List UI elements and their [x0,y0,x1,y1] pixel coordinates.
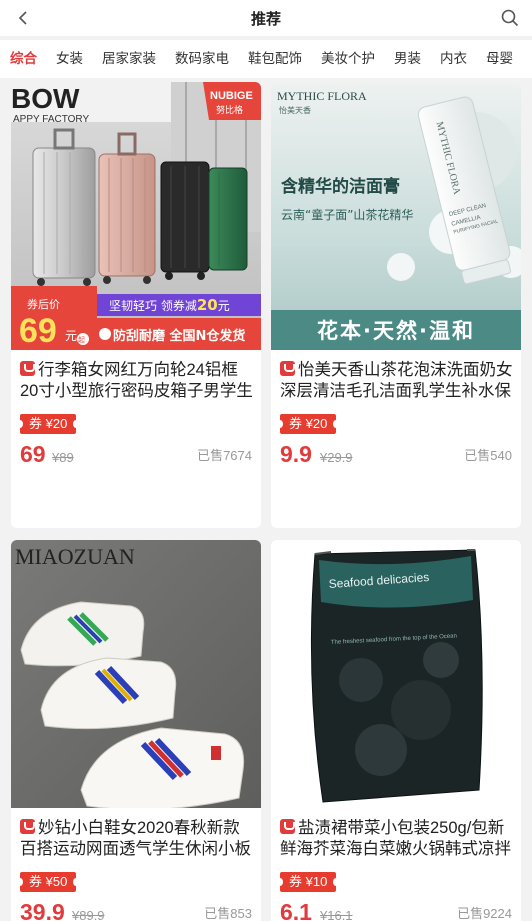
price-row: 39.9 ¥89.9 已售853 [20,898,252,921]
tmall-icon [20,361,35,376]
product-title[interactable]: 妙钻小白鞋女2020春秋新款百搭运动网面透气学生休闲小板鞋潮鞋女 [20,818,254,860]
price-row: 9.9 ¥29.9 已售540 [280,440,512,468]
search-icon [501,9,519,27]
brand-name: MIAOZUAN [15,544,135,569]
seaweed-photo: Seafood delicacies The freshest seafood … [271,540,521,808]
brand-name-cn: 怡美天香 [279,105,311,115]
chevron-left-icon [18,11,27,25]
sold-count: 已售7674 [197,448,252,463]
cleanser-photo: MYTHIC FLORA 怡美天香 MYTHIC FLORA DEEP CLEA… [271,82,521,350]
current-price: 39.9 [20,899,65,921]
product-title[interactable]: 怡美天香山茶花泡沫洗面奶女深层清洁毛孔洁面乳学生补水保湿控油 [280,360,514,402]
coupon-badge: 券 ¥50 [16,872,80,892]
slogan-1: 坚韧轻巧 领券减20元 [109,296,230,314]
sold-count: 已售853 [204,906,252,921]
tab-baby[interactable]: 母婴 [486,40,513,78]
promo-suffix: 起 [78,336,85,344]
price-row: 69 ¥89 已售7674 [20,440,252,468]
banner-subtext: APPY FACTORY [13,114,89,125]
product-card[interactable]: MIAOZUAN 妙钻小白鞋女2020春秋新款百搭运动网面透气学生休闲小板 券 … [11,540,261,921]
subline: 云南“童子面”山茶花精华 [281,207,413,222]
category-tabs: 综合 女装 居家家装 数码家电 鞋包配饰 美妆个护 男装 内衣 母婴 [0,40,532,78]
brand-name-cn: 努比格 [216,104,243,116]
promo-label: 券后价 [27,297,60,311]
product-title[interactable]: 盐渍裙带菜小包装250g/包新鲜海芥菜海白菜嫩火锅韩式凉拌海带汤 [280,818,514,860]
product-image[interactable]: MYTHIC FLORA 怡美天香 MYTHIC FLORA DEEP CLEA… [271,82,521,350]
original-price: ¥29.9 [320,450,353,465]
product-card[interactable]: MYTHIC FLORA 怡美天香 MYTHIC FLORA DEEP CLEA… [271,82,521,528]
product-card[interactable]: BOW APPY FACTORY NUBIGE 努比格 券后价 69 元 起 坚… [11,82,261,528]
tab-womens-clothing[interactable]: 女装 [56,40,83,78]
sold-count: 已售540 [464,448,512,463]
price-row: 6.1 ¥16.1 已售9224 [280,898,512,921]
top-bar: 推荐 [0,0,532,36]
headline: 含精华的洁面膏 [281,176,400,197]
product-image[interactable]: BOW APPY FACTORY NUBIGE 努比格 券后价 69 元 起 坚… [11,82,261,350]
brand-name: MYTHIC FLORA [277,89,367,103]
product-card[interactable]: Seafood delicacies The freshest seafood … [271,540,521,921]
bottom-banner: 花本·天然·温和 [317,319,475,343]
search-button[interactable] [500,8,520,28]
current-price: 6.1 [280,899,312,921]
tab-electronics[interactable]: 数码家电 [175,40,229,78]
tmall-icon [280,819,295,834]
tab-beauty[interactable]: 美妆个护 [321,40,375,78]
product-image[interactable]: Seafood delicacies The freshest seafood … [271,540,521,808]
original-price: ¥89 [52,450,74,465]
promo-unit: 元 [65,329,77,343]
product-image[interactable]: MIAOZUAN [11,540,261,808]
back-button[interactable] [14,8,32,28]
current-price: 69 [20,441,46,467]
sold-count: 已售9224 [457,906,512,921]
product-title[interactable]: 行李箱女网红万向轮24铝框20寸小型旅行密码皮箱子男学生用拉杆箱 [20,360,254,402]
banner-text: BOW [11,83,80,114]
current-price: 9.9 [280,441,312,467]
tab-comprehensive[interactable]: 综合 [10,40,37,78]
tmall-icon [20,819,35,834]
coupon-badge: 券 ¥20 [16,414,80,434]
tab-shoes-bags[interactable]: 鞋包配饰 [248,40,302,78]
sneakers-photo: MIAOZUAN [11,540,261,808]
coupon-badge: 券 ¥10 [276,872,340,892]
slogan-2: 防刮耐磨 全国N仓发货 [113,328,245,344]
original-price: ¥89.9 [72,908,105,921]
tab-mens-clothing[interactable]: 男装 [394,40,421,78]
brand-name: NUBIGE [210,90,253,102]
coupon-badge: 券 ¥20 [276,414,340,434]
original-price: ¥16.1 [320,908,353,921]
tmall-icon [280,361,295,376]
luggage-photo: BOW APPY FACTORY NUBIGE 努比格 券后价 69 元 起 坚… [11,82,261,350]
tab-home[interactable]: 居家家装 [102,40,156,78]
page-title: 推荐 [250,10,281,28]
promo-price: 69 [19,312,57,350]
tab-underwear[interactable]: 内衣 [440,40,467,78]
